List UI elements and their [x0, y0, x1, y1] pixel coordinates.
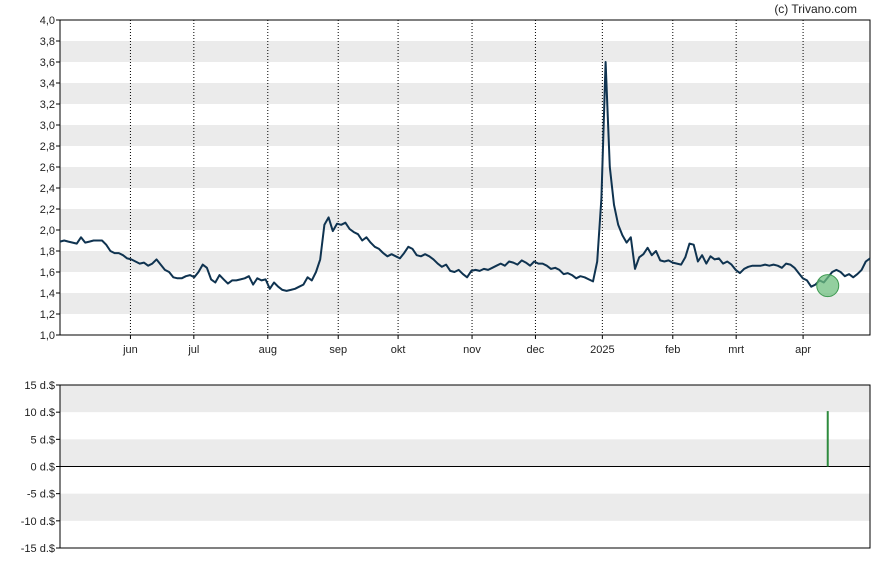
volume-panel: 15 d.$ 10 d.$ 5 d.$ 0 d.$ -5 d.$ -10 d.$ -15 d… — [21, 380, 871, 555]
price-band — [60, 293, 870, 314]
y-tick-label: 0 d.$ — [31, 462, 55, 474]
credit-text: (c) Trivano.com — [774, 2, 857, 16]
x-tick-label: mrt — [728, 344, 744, 356]
y-tick-label: 3,6 — [40, 57, 55, 69]
price-y-axis: 1,0 1,2 1,4 1,6 1,8 2,0 2,2 2,4 2,6 2,8 3,0 3,2 3,4 3… — [40, 15, 60, 342]
price-band — [60, 125, 870, 146]
x-tick-label: jun — [122, 344, 138, 356]
y-tick-label: 15 d.$ — [24, 380, 55, 392]
event-marker — [816, 274, 840, 298]
price-panel: 1,0 1,2 1,4 1,6 1,8 2,0 2,2 2,4 2,6 2,8 3,0 3,2 3,4 3… — [40, 15, 871, 356]
y-tick-label: 4,0 — [40, 15, 55, 27]
y-tick-label: -10 d.$ — [21, 516, 55, 528]
stock-chart: (c) Trivano.com 1,0 1,2 1,4 1,6 1,8 2,0 2,2 2,4… — [21, 2, 871, 555]
x-tick-label: okt — [391, 344, 406, 356]
volume-band — [60, 439, 870, 467]
price-band — [60, 251, 870, 272]
y-tick-label: -5 d.$ — [27, 489, 55, 501]
y-tick-label: 5 d.$ — [31, 434, 55, 446]
x-tick-label: apr — [795, 344, 811, 356]
volume-band — [60, 493, 870, 521]
y-tick-label: 2,4 — [40, 183, 55, 195]
y-tick-label: 2,2 — [40, 204, 55, 216]
x-tick-label: aug — [259, 344, 277, 356]
x-tick-label: feb — [665, 344, 680, 356]
x-tick-label: jul — [187, 344, 199, 356]
price-bands — [60, 41, 870, 314]
y-tick-label: 1,8 — [40, 246, 55, 258]
y-tick-label: 10 d.$ — [24, 407, 55, 419]
y-tick-label: 3,4 — [40, 78, 55, 90]
y-tick-label: 3,2 — [40, 99, 55, 111]
y-tick-label: 3,8 — [40, 36, 55, 48]
price-x-axis: jun jul aug sep okt nov dec 2025 feb mrt apr — [122, 335, 811, 356]
y-tick-label: 1,2 — [40, 309, 55, 321]
y-tick-label: 1,0 — [40, 330, 55, 342]
y-tick-label: 2,8 — [40, 141, 55, 153]
y-tick-label: 2,6 — [40, 162, 55, 174]
volume-band — [60, 385, 870, 413]
x-tick-label: nov — [463, 344, 481, 356]
y-tick-label: -15 d.$ — [21, 543, 55, 555]
price-band — [60, 83, 870, 104]
y-tick-label: 1,6 — [40, 267, 55, 279]
y-tick-label: 1,4 — [40, 288, 55, 300]
x-tick-label: dec — [527, 344, 545, 356]
price-band — [60, 209, 870, 230]
price-band — [60, 167, 870, 188]
volume-y-axis: 15 d.$ 10 d.$ 5 d.$ 0 d.$ -5 d.$ -10 d.$ -15 d… — [21, 380, 60, 555]
x-tick-label: sep — [329, 344, 347, 356]
y-tick-label: 3,0 — [40, 120, 55, 132]
volume-bands — [60, 385, 870, 521]
y-tick-label: 2,0 — [40, 225, 55, 237]
x-tick-label: 2025 — [590, 344, 614, 356]
price-band — [60, 41, 870, 62]
